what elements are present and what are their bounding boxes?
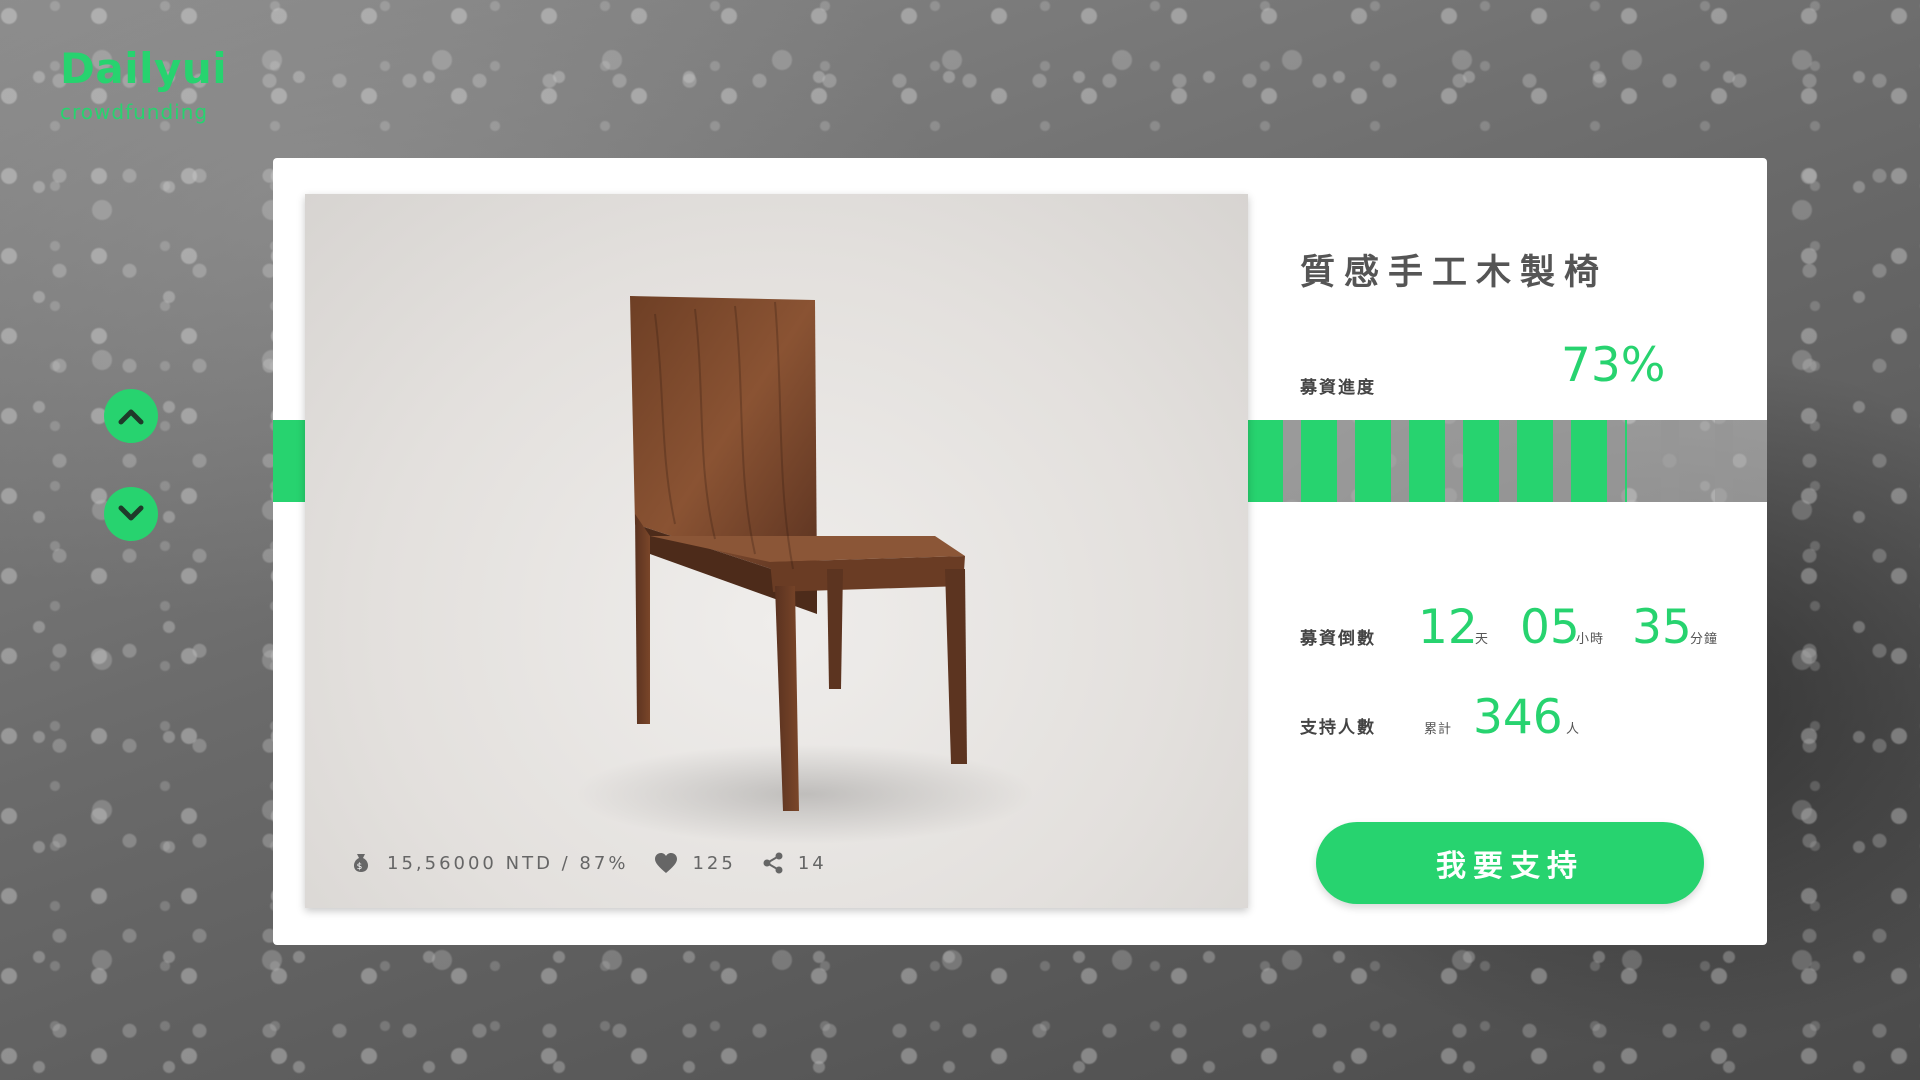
supporters-label: 支持人數	[1300, 718, 1376, 738]
brand: Dailyui crowdfunding	[60, 44, 228, 125]
chevron-up-icon	[118, 409, 144, 425]
progress-segment-filled	[1517, 420, 1553, 502]
progress-segment-filled	[1247, 420, 1283, 502]
progress-segment-gap	[1553, 420, 1571, 502]
supporters-prefix: 累計	[1424, 722, 1453, 737]
next-button[interactable]	[104, 487, 158, 541]
progress-percent: 73%	[1561, 338, 1666, 393]
progress-segment-filled	[1409, 420, 1445, 502]
progress-segment-gap	[1607, 420, 1625, 502]
product-image: $ 15,56000 NTD / 87% 125 14	[305, 194, 1248, 908]
brand-subtitle: crowdfunding	[60, 100, 209, 124]
supporters-count: 346	[1473, 690, 1563, 745]
countdown-hours: 05	[1520, 600, 1580, 655]
project-stats: $ 15,56000 NTD / 87% 125 14	[349, 851, 853, 875]
supporters-unit: 人	[1566, 722, 1581, 737]
progress-segment-gap	[1715, 420, 1733, 502]
progress-segment-gap	[1283, 420, 1301, 502]
progress-segment-gap	[1445, 420, 1463, 502]
countdown-minutes: 35	[1632, 600, 1692, 655]
countdown-minutes-unit: 分鐘	[1690, 632, 1719, 647]
chevron-down-icon	[118, 505, 144, 521]
countdown-hours-unit: 小時	[1576, 632, 1605, 647]
brand-title: Dailyui	[60, 44, 228, 93]
progress-segment-gap	[1337, 420, 1355, 502]
wooden-chair-image	[575, 296, 1035, 844]
progress-segment-filled	[1355, 420, 1391, 502]
progress-segment-filled	[1625, 420, 1627, 502]
progress-segment-gap	[1391, 420, 1409, 502]
progress-bar	[1247, 420, 1767, 502]
shares-count: 14	[797, 852, 827, 874]
svg-text:$: $	[357, 862, 366, 872]
countdown-days: 12	[1418, 600, 1478, 655]
progress-segment-gap	[1499, 420, 1517, 502]
progress-band-left	[273, 420, 305, 502]
progress-label: 募資進度	[1300, 378, 1376, 398]
share-icon[interactable]	[762, 852, 784, 874]
money-bag-icon: $	[349, 851, 373, 875]
funding-amount: 15,56000 NTD / 87%	[387, 852, 629, 874]
countdown-days-unit: 天	[1475, 632, 1490, 647]
heart-icon[interactable]	[654, 852, 678, 874]
product-title: 質感手工木製椅	[1300, 253, 1609, 293]
countdown-label: 募資倒數	[1300, 629, 1376, 649]
likes-count: 125	[692, 852, 736, 874]
previous-button[interactable]	[104, 389, 158, 443]
progress-segment-filled	[1463, 420, 1499, 502]
progress-segment-filled	[1301, 420, 1337, 502]
support-button[interactable]: 我要支持	[1316, 822, 1704, 904]
progress-segment-gap	[1661, 420, 1679, 502]
progress-segment-filled	[1571, 420, 1607, 502]
